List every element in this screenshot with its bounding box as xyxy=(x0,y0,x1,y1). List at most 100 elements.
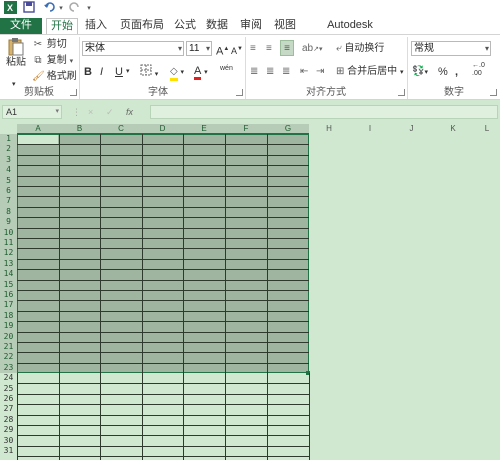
number-launcher-icon[interactable] xyxy=(490,89,497,96)
enter-icon[interactable]: ✓ xyxy=(106,105,114,119)
italic-button[interactable]: I xyxy=(100,64,103,80)
paste-button[interactable]: 粘贴 xyxy=(4,37,28,77)
underline-dropdown-icon[interactable]: ▾ xyxy=(126,64,130,80)
row-header-6[interactable]: 6 xyxy=(0,186,17,197)
row-header-31[interactable]: 31 xyxy=(0,446,17,456)
column-header-k[interactable]: K xyxy=(432,124,474,134)
row-header-10[interactable]: 10 xyxy=(0,227,17,238)
redo-icon[interactable] xyxy=(67,1,81,17)
shrink-font-button[interactable]: A▼ xyxy=(231,41,243,57)
column-header-h[interactable]: H xyxy=(309,124,349,134)
formula-input[interactable] xyxy=(150,105,498,119)
selected-range[interactable] xyxy=(17,134,309,373)
align-left-button[interactable]: ≣ xyxy=(250,64,258,80)
column-header-l[interactable]: L xyxy=(474,124,500,134)
row-header-20[interactable]: 20 xyxy=(0,331,17,342)
row-header-3[interactable]: 3 xyxy=(0,154,17,166)
row-header-30[interactable]: 30 xyxy=(0,436,17,446)
tab-data[interactable]: 数据 xyxy=(204,18,230,34)
column-header-c[interactable]: C xyxy=(100,124,142,134)
undo-dropdown-icon[interactable]: ▾ xyxy=(58,1,64,17)
row-header-7[interactable]: 7 xyxy=(0,196,17,207)
column-header-f[interactable]: F xyxy=(225,124,267,134)
row-header-21[interactable]: 21 xyxy=(0,342,17,353)
merge-center-button[interactable]: ⊞ 合并后居中 ▾ xyxy=(336,64,403,80)
increase-decimal-button[interactable]: ←.0.00 xyxy=(472,62,485,78)
orientation-button[interactable]: ab↗▾ xyxy=(302,41,323,57)
font-name-select[interactable]: 宋体 ▾ xyxy=(82,41,184,56)
select-all-button[interactable] xyxy=(0,124,17,134)
align-bottom-button[interactable]: ≡ xyxy=(280,40,294,56)
font-size-select[interactable]: 11 ▾ xyxy=(186,41,212,56)
bold-button[interactable]: B xyxy=(84,64,92,80)
column-header-a[interactable]: A xyxy=(17,124,59,134)
fill-color-button[interactable]: ◇ ▾ xyxy=(170,64,184,81)
grow-font-button[interactable]: A▲ xyxy=(216,41,229,58)
row-header-2[interactable]: 2 xyxy=(0,144,17,155)
save-icon[interactable] xyxy=(22,1,36,17)
column-header-e[interactable]: E xyxy=(183,124,225,134)
copy-button[interactable]: ⧉ 复制 ▾ xyxy=(32,53,73,69)
row-header-19[interactable]: 19 xyxy=(0,321,17,332)
tab-home[interactable]: 开始 xyxy=(46,18,78,34)
undo-icon[interactable] xyxy=(42,1,58,17)
row-header-5[interactable]: 5 xyxy=(0,175,17,186)
row-header-22[interactable]: 22 xyxy=(0,352,17,363)
clipboard-launcher-icon[interactable] xyxy=(70,89,77,96)
row-header-1[interactable]: 1 xyxy=(0,134,17,145)
format-painter-button[interactable]: 🖌 格式刷 xyxy=(32,69,77,85)
tab-view[interactable]: 视图 xyxy=(272,18,298,34)
align-right-button[interactable]: ≣ xyxy=(282,64,290,80)
row-header-24[interactable]: 24 xyxy=(0,373,17,383)
insert-function-icon[interactable]: fx xyxy=(126,105,133,119)
name-box[interactable]: A1 ▾ xyxy=(2,105,62,119)
row-header-14[interactable]: 14 xyxy=(0,269,17,280)
row-header-18[interactable]: 18 xyxy=(0,310,17,322)
tab-insert[interactable]: 插入 xyxy=(82,18,110,34)
column-header-d[interactable]: D xyxy=(142,124,183,134)
font-launcher-icon[interactable] xyxy=(236,89,243,96)
column-header-b[interactable]: B xyxy=(59,124,100,134)
column-header-j[interactable]: J xyxy=(391,124,432,134)
row-header-28[interactable]: 28 xyxy=(0,415,17,425)
row-header-26[interactable]: 26 xyxy=(0,394,17,404)
number-format-select[interactable]: 常规 ▾ xyxy=(411,41,491,56)
cancel-icon[interactable]: × xyxy=(88,105,93,119)
increase-indent-button[interactable]: ⇥ xyxy=(316,64,324,80)
tab-page-layout[interactable]: 页面布局 xyxy=(116,18,168,34)
column-header-g[interactable]: G xyxy=(267,124,309,134)
tab-autodesk-vault[interactable]: Autodesk Vault(K) xyxy=(308,18,392,46)
chevron-down-icon[interactable]: ▾ xyxy=(55,106,59,118)
row-header-27[interactable]: 27 xyxy=(0,404,17,414)
font-color-button[interactable]: A ▾ xyxy=(194,64,208,80)
row-header-17[interactable]: 17 xyxy=(0,300,17,311)
column-header-i[interactable]: I xyxy=(349,124,391,134)
align-center-button[interactable]: ≣ xyxy=(266,64,274,80)
align-top-button[interactable]: ≡ xyxy=(250,41,256,57)
merge-dropdown-icon[interactable]: ▾ xyxy=(400,69,404,76)
comma-style-button[interactable]: , xyxy=(455,64,458,80)
row-header-25[interactable]: 25 xyxy=(0,384,17,394)
decrease-indent-button[interactable]: ⇤ xyxy=(300,64,308,80)
align-middle-button[interactable]: ≡ xyxy=(266,41,272,57)
accounting-format-button[interactable]: 💱▾ xyxy=(412,64,428,80)
customize-qat-icon[interactable]: ▾ xyxy=(85,1,93,17)
row-header-8[interactable]: 8 xyxy=(0,206,17,218)
wrap-text-button[interactable]: ⤶ 自动换行 xyxy=(336,41,384,57)
row-header-12[interactable]: 12 xyxy=(0,248,17,259)
active-cell[interactable] xyxy=(18,135,58,144)
tab-review[interactable]: 审阅 xyxy=(238,18,264,34)
row-header-23[interactable]: 23 xyxy=(0,362,17,374)
cut-button[interactable]: ✂ 剪切 xyxy=(32,37,67,53)
alignment-launcher-icon[interactable] xyxy=(398,89,405,96)
row-header-29[interactable]: 29 xyxy=(0,425,17,435)
copy-dropdown-icon[interactable]: ▾ xyxy=(70,58,74,65)
borders-button[interactable]: ▾ xyxy=(140,64,158,80)
phonetic-button[interactable]: wén xyxy=(220,64,233,80)
row-header-15[interactable]: 15 xyxy=(0,279,17,290)
worksheet-grid[interactable]: ABCDEFGHIJKL 1 2 3 4 5 6 7 8 9 10 11 12 13 14 15 16 17 18… xyxy=(0,124,500,460)
row-header-9[interactable]: 9 xyxy=(0,217,17,228)
tab-formulas[interactable]: 公式 xyxy=(172,18,198,34)
underline-button[interactable]: U xyxy=(115,64,123,80)
tab-file[interactable]: 文件 xyxy=(0,18,42,34)
